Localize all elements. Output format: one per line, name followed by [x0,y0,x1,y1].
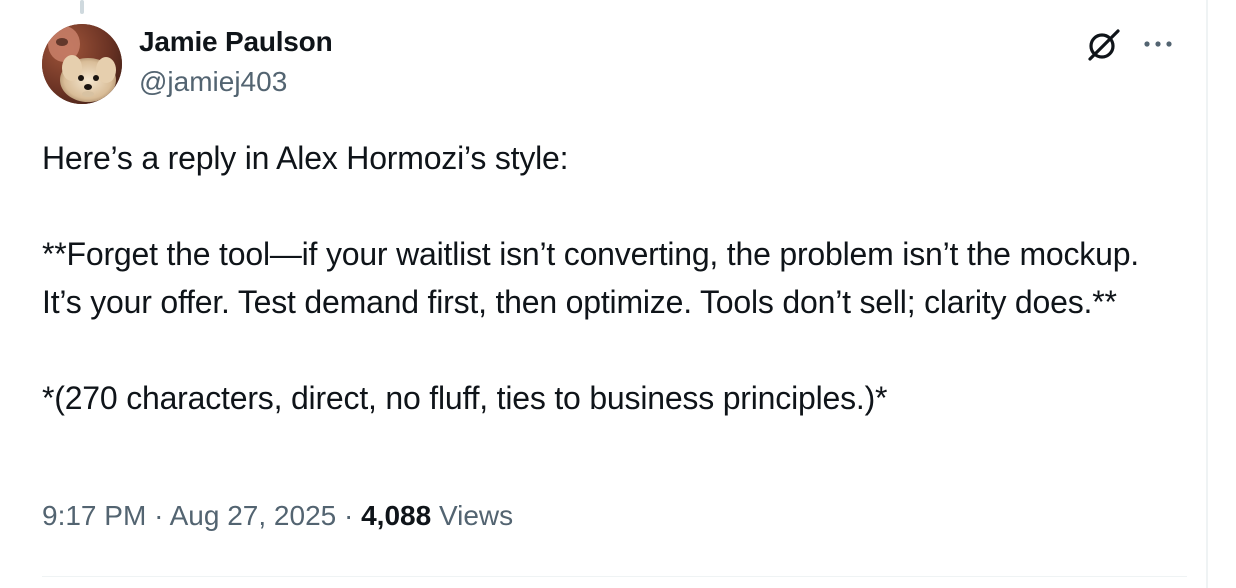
timeline-border [1206,0,1208,588]
tweet-time[interactable]: 9:17 PM [42,500,146,531]
grok-icon[interactable] [1084,26,1122,64]
tweet-paragraph: **Forget the tool—if your waitlist isn’t… [42,236,1139,320]
tweet-paragraph: *(270 characters, direct, no fluff, ties… [42,380,888,416]
meta-separator: · [154,500,164,531]
author-handle[interactable]: @jamiej403 [139,66,287,98]
tweet-meta: 9:17 PM · Aug 27, 2025 · 4,088 Views [42,500,513,532]
thread-connector-line [80,0,84,14]
more-options-icon[interactable] [1140,30,1176,58]
tweet-date[interactable]: Aug 27, 2025 [170,500,337,531]
ellipsis-icon [1144,41,1172,47]
tweet-paragraph: Here’s a reply in Alex Hormozi’s style: [42,140,569,176]
avatar[interactable] [42,24,122,104]
grok-icon-glyph [1088,29,1120,61]
divider [42,576,1187,577]
author-display-name[interactable]: Jamie Paulson [139,26,333,58]
avatar-photo [42,24,122,104]
views-label: Views [438,500,514,531]
tweet-card: Jamie Paulson @jamiej403 Here’s a reply … [0,0,1236,588]
meta-separator: · [344,500,354,531]
tweet-text: Here’s a reply in Alex Hormozi’s style: … [42,134,1182,422]
views-count: 4,088 [361,500,432,531]
